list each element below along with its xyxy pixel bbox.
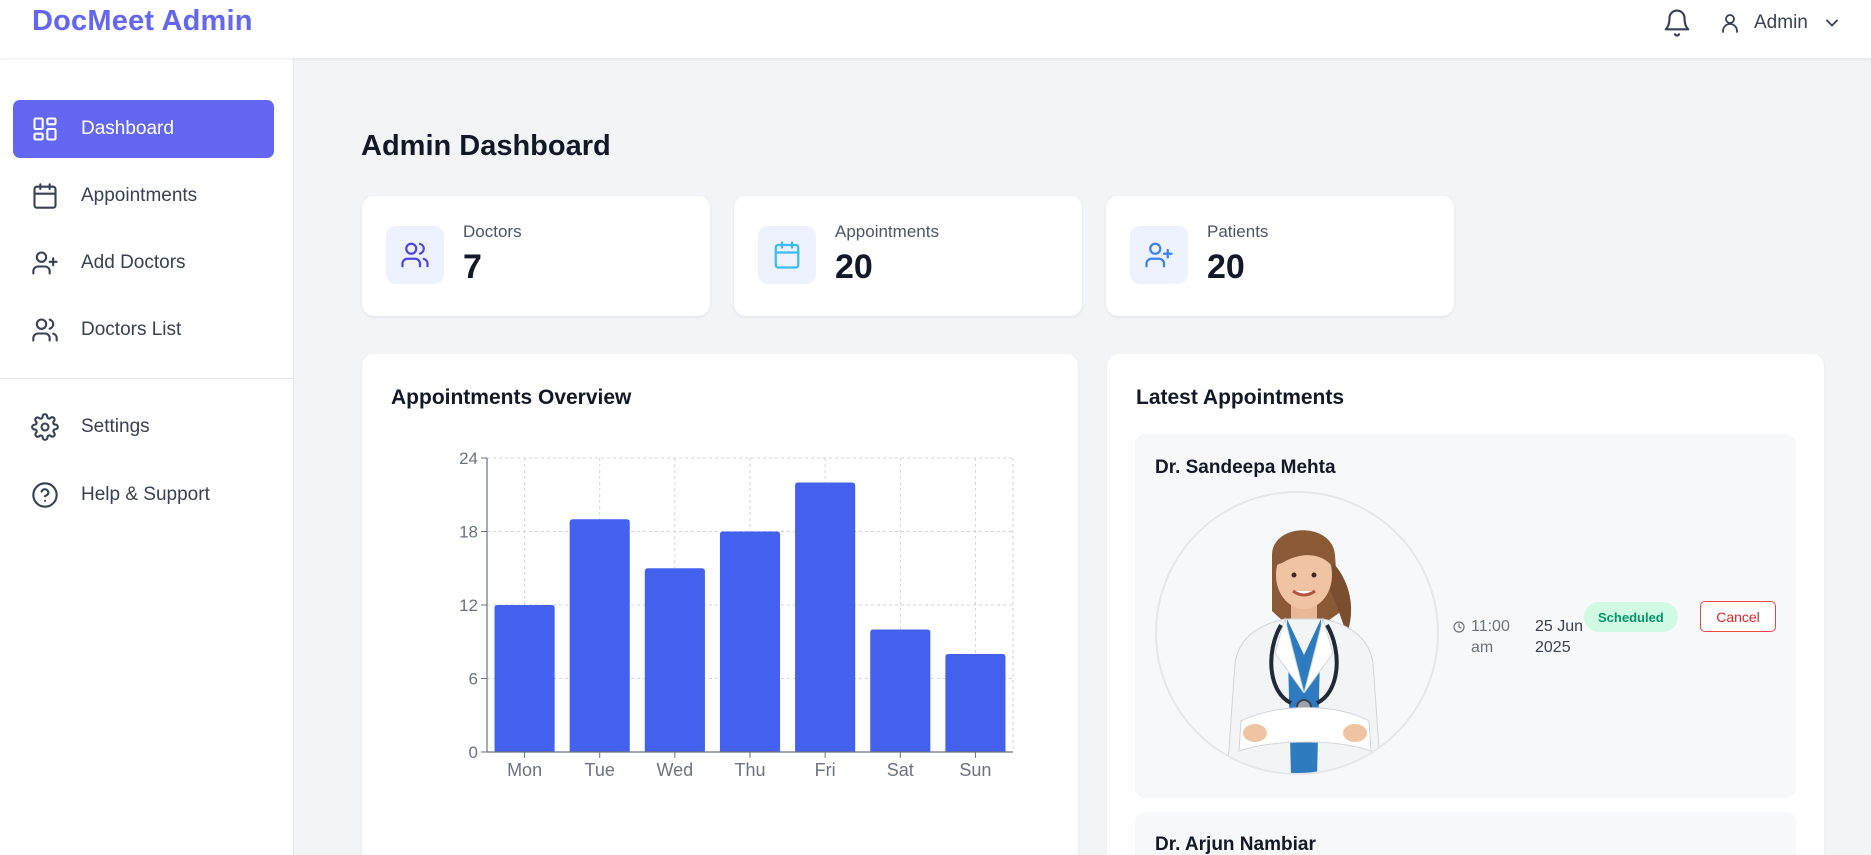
stat-value: 7 <box>463 248 482 286</box>
bell-icon[interactable] <box>1662 8 1692 38</box>
y-tick-label: 6 <box>469 670 478 689</box>
calendar-icon <box>31 182 59 210</box>
bar <box>719 531 781 752</box>
gear-icon <box>31 413 59 441</box>
stat-card-doctors: Doctors 7 <box>362 196 710 316</box>
bar <box>945 654 1006 752</box>
sidebar-item-label: Dashboard <box>81 118 174 139</box>
x-tick-label: Fri <box>815 760 836 780</box>
bar <box>644 568 705 752</box>
user-plus-icon <box>31 249 59 277</box>
cancel-button[interactable]: Cancel <box>1700 601 1776 632</box>
sidebar-item-appointments[interactable]: Appointments <box>13 167 274 225</box>
y-tick-label: 24 <box>459 449 478 468</box>
sidebar-item-dashboard[interactable]: Dashboard <box>13 100 274 158</box>
stat-value: 20 <box>1207 248 1245 286</box>
x-tick-label: Tue <box>585 760 615 780</box>
user-icon <box>1718 11 1742 35</box>
dashboard-icon <box>31 115 59 143</box>
x-tick-label: Sat <box>887 760 914 780</box>
sidebar-item-help-support[interactable]: Help & Support <box>13 466 274 524</box>
help-circle-icon <box>31 481 59 509</box>
status-badge: Scheduled <box>1584 602 1678 632</box>
page-title: Admin Dashboard <box>361 130 611 162</box>
sidebar-item-add-doctors[interactable]: Add Doctors <box>13 234 274 292</box>
sidebar-item-label: Add Doctors <box>81 252 186 273</box>
appointment-card: Dr. Sandeepa Mehta 11:00 am 25 Jun 2025 … <box>1135 434 1796 798</box>
bar <box>870 629 931 752</box>
users-icon <box>31 316 59 344</box>
appointment-card: Dr. Arjun Nambiar <box>1135 812 1796 855</box>
doctor-avatar <box>1155 491 1439 775</box>
sidebar-item-label: Doctors List <box>81 319 182 340</box>
sidebar-item-label: Help & Support <box>81 484 210 505</box>
stat-card-appointments: Appointments 20 <box>734 196 1082 316</box>
user-menu[interactable]: Admin <box>1718 8 1842 38</box>
sidebar-item-settings[interactable]: Settings <box>13 398 274 456</box>
y-tick-label: 12 <box>459 596 478 615</box>
user-plus-icon <box>1130 226 1188 284</box>
doctor-name: Dr. Sandeepa Mehta <box>1155 457 1336 478</box>
sidebar-item-label: Settings <box>81 416 150 437</box>
x-tick-label: Mon <box>507 760 542 780</box>
stat-card-patients: Patients 20 <box>1106 196 1454 316</box>
y-tick-label: 18 <box>459 523 478 542</box>
bar <box>494 605 555 752</box>
appointment-date: 25 Jun 2025 <box>1535 618 1584 656</box>
top-bar: DocMeet Admin Admin <box>0 0 1871 58</box>
user-name: Admin <box>1754 12 1808 33</box>
clock-icon <box>1453 621 1465 633</box>
x-tick-label: Thu <box>734 760 765 780</box>
sidebar-item-doctors-list[interactable]: Doctors List <box>13 301 274 359</box>
stat-label: Appointments <box>835 222 939 241</box>
sidebar-divider <box>0 378 293 379</box>
stat-label: Doctors <box>463 222 522 241</box>
x-tick-label: Wed <box>657 760 694 780</box>
stat-label: Patients <box>1207 222 1269 241</box>
chevron-down-icon <box>1822 13 1842 33</box>
calendar-icon <box>758 226 816 284</box>
appointments-overview-panel: Appointments Overview 0 6 12 18 24 Mon Tue Wed T… <box>362 354 1078 855</box>
users-icon <box>386 226 444 284</box>
panel-title: Latest Appointments <box>1136 386 1345 409</box>
sidebar-item-label: Appointments <box>81 185 198 206</box>
brand-logo[interactable]: DocMeet Admin <box>32 5 253 38</box>
appointments-bar-chart: 0 6 12 18 24 Mon Tue Wed Thu Fri Sat Sun <box>459 449 1014 780</box>
appointment-time: 11:00 am <box>1453 616 1513 658</box>
stat-value: 20 <box>835 248 873 286</box>
bar <box>795 482 856 752</box>
x-tick-label: Sun <box>959 760 991 780</box>
sidebar: Dashboard Appointments Add Doctors Docto… <box>0 58 294 855</box>
bar <box>569 519 630 752</box>
y-tick-label: 0 <box>469 743 478 762</box>
doctor-name: Dr. Arjun Nambiar <box>1155 834 1316 855</box>
time-text: 11:00 am <box>1471 618 1510 656</box>
